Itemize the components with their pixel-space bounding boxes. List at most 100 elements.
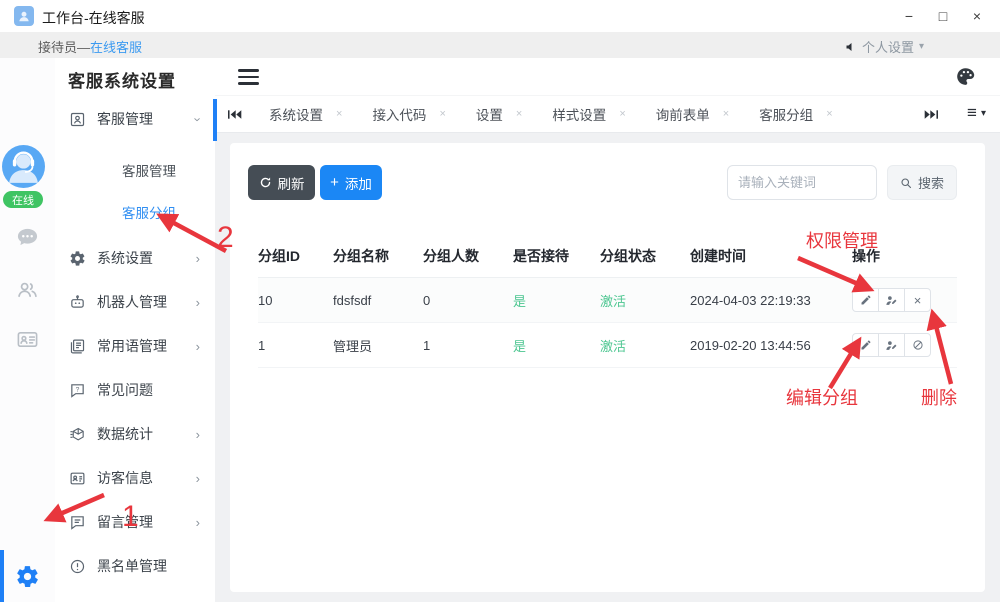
- menu-item-label: 访客信息: [97, 468, 153, 488]
- search-button[interactable]: 搜索: [887, 165, 957, 200]
- table-row: 10 fdsfsdf 0 是 激活 2024-04-03 22:19:33 ×: [258, 278, 957, 323]
- personal-settings-label: 个人设置: [862, 37, 914, 56]
- agent-badge-icon: [68, 110, 86, 128]
- tab-list-menu[interactable]: ≡▾: [967, 103, 986, 123]
- menu-title: 客服系统设置: [68, 67, 176, 92]
- add-button[interactable]: + 添加: [320, 165, 382, 200]
- scroll-tabs-end-icon[interactable]: [924, 107, 938, 125]
- phrases-book-icon: [68, 337, 86, 355]
- table-row: 1 管理员 1 是 激活 2019-02-20 13:44:56: [258, 323, 957, 368]
- menu-item-robot-management[interactable]: 机器人管理 ›: [55, 287, 215, 317]
- edit-group-button[interactable]: [852, 288, 879, 312]
- minimize-button[interactable]: −: [892, 0, 926, 32]
- cell-accepting: 是: [513, 336, 600, 355]
- cell-created-time: 2019-02-20 13:44:56: [690, 338, 852, 353]
- tab-pre-chat-form[interactable]: 询前表单×: [656, 104, 729, 124]
- edit-group-button[interactable]: [852, 333, 879, 357]
- settings-menu: 客服系统设置 客服管理 › 客服管理 客服分组 系统设置 › 机器人管理 › 常…: [55, 58, 216, 602]
- permission-manage-button[interactable]: [878, 288, 905, 312]
- close-tab-icon[interactable]: ×: [439, 108, 445, 120]
- menu-icon: ≡: [967, 103, 977, 123]
- personal-settings-menu[interactable]: 个人设置 ▾: [845, 37, 924, 56]
- menu-item-statistics[interactable]: 数据统计 ›: [55, 419, 215, 449]
- breadcrumb-current[interactable]: 在线客服: [90, 40, 142, 55]
- menu-item-label: 黑名单管理: [97, 556, 167, 576]
- main-area: 系统设置× 接入代码× 设置× 样式设置× 询前表单× 客服分组× ≡▾ 刷新 …: [215, 58, 1000, 602]
- search-icon: [900, 177, 912, 189]
- settings-gear-icon[interactable]: [0, 564, 55, 589]
- menu-item-label: 数据统计: [97, 424, 153, 444]
- breadcrumb-prefix: 接待员—: [38, 40, 90, 55]
- cell-group-id: 1: [258, 338, 333, 353]
- chat-icon[interactable]: [0, 226, 55, 249]
- icon-rail: 在线: [0, 58, 56, 602]
- titlebar: 工作台-在线客服 − □ ×: [0, 0, 1000, 33]
- close-tab-icon[interactable]: ×: [336, 108, 342, 120]
- menu-item-visitor-info[interactable]: 访客信息 ›: [55, 463, 215, 493]
- pencil-icon: [860, 294, 872, 306]
- chevron-right-icon: ›: [196, 295, 200, 310]
- id-card-icon[interactable]: [0, 328, 55, 351]
- caret-down-icon: ▾: [981, 108, 986, 119]
- menu-item-label: 机器人管理: [97, 292, 167, 312]
- submenu-item-label: 客服管理: [122, 160, 176, 180]
- cell-group-status: 激活: [600, 336, 690, 355]
- permission-manage-button[interactable]: [878, 333, 905, 357]
- tab-style-settings[interactable]: 样式设置×: [552, 104, 625, 124]
- chevron-down-icon: ›: [190, 117, 205, 121]
- close-tab-icon[interactable]: ×: [619, 108, 625, 120]
- stats-cube-icon: [68, 425, 86, 443]
- table-header-row: 分组ID 分组名称 分组人数 是否接待 分组状态 创建时间 操作: [258, 235, 957, 278]
- maximize-button[interactable]: □: [926, 0, 960, 32]
- menu-item-messages[interactable]: 留言管理 ›: [55, 507, 215, 537]
- collapse-menu-icon[interactable]: [238, 69, 259, 85]
- submenu-item-agent-groups[interactable]: 客服分组: [55, 197, 215, 227]
- tab-system-settings[interactable]: 系统设置×: [269, 104, 342, 124]
- menu-item-agent-management[interactable]: 客服管理 ›: [55, 104, 215, 134]
- header-accepting: 是否接待: [513, 246, 600, 266]
- online-status-badge[interactable]: 在线: [3, 191, 43, 208]
- refresh-icon: [259, 176, 272, 189]
- message-bubble-icon: [68, 513, 86, 531]
- menu-item-system-settings[interactable]: 系统设置 ›: [55, 243, 215, 273]
- menu-item-label: 留言管理: [97, 512, 153, 532]
- visitors-icon[interactable]: [0, 278, 55, 301]
- chevron-right-icon: ›: [196, 339, 200, 354]
- breadcrumb: 接待员—在线客服: [38, 37, 142, 56]
- content-header: [215, 58, 1000, 95]
- submenu-item-agent-management[interactable]: 客服管理: [55, 155, 215, 185]
- robot-icon: [68, 293, 86, 311]
- close-tab-icon[interactable]: ×: [723, 108, 729, 120]
- cell-group-id: 10: [258, 293, 333, 308]
- app-logo-icon: [14, 6, 34, 26]
- scroll-tabs-start-icon[interactable]: [228, 109, 242, 120]
- search-input[interactable]: [727, 165, 877, 200]
- header-group-count: 分组人数: [423, 246, 513, 266]
- visitor-card-icon: [68, 469, 86, 487]
- theme-palette-icon[interactable]: [955, 66, 976, 92]
- tab-access-code[interactable]: 接入代码×: [372, 104, 445, 124]
- menu-item-common-phrases[interactable]: 常用语管理 ›: [55, 331, 215, 361]
- refresh-button[interactable]: 刷新: [248, 165, 315, 200]
- ban-button[interactable]: [904, 333, 931, 357]
- delete-button[interactable]: ×: [904, 288, 931, 312]
- close-tab-icon[interactable]: ×: [826, 108, 832, 120]
- menu-item-label: 系统设置: [97, 248, 153, 268]
- tab-agent-groups[interactable]: 客服分组×: [759, 104, 832, 124]
- question-bubble-icon: ?: [68, 381, 86, 399]
- close-tab-icon[interactable]: ×: [516, 108, 522, 120]
- menu-item-faq[interactable]: ? 常见问题: [55, 375, 215, 405]
- agent-avatar[interactable]: [2, 145, 45, 188]
- header-group-name: 分组名称: [333, 246, 423, 266]
- tab-bar: 系统设置× 接入代码× 设置× 样式设置× 询前表单× 客服分组× ≡▾: [215, 95, 1000, 133]
- submenu-item-label-active: 客服分组: [122, 202, 176, 222]
- tabs: 系统设置× 接入代码× 设置× 样式设置× 询前表单× 客服分组×: [269, 104, 833, 124]
- close-button[interactable]: ×: [960, 0, 994, 32]
- tab-settings[interactable]: 设置×: [476, 104, 522, 124]
- app-window: 工作台-在线客服 − □ × 接待员—在线客服 个人设置 ▾ 在线: [0, 0, 1000, 602]
- menu-item-blacklist[interactable]: 黑名单管理: [55, 551, 215, 581]
- breadcrumb-bar: 接待员—在线客服 个人设置 ▾: [0, 32, 1000, 59]
- active-menu-indicator: [213, 99, 217, 141]
- pencil-icon: [860, 339, 872, 351]
- plus-icon: +: [330, 174, 339, 191]
